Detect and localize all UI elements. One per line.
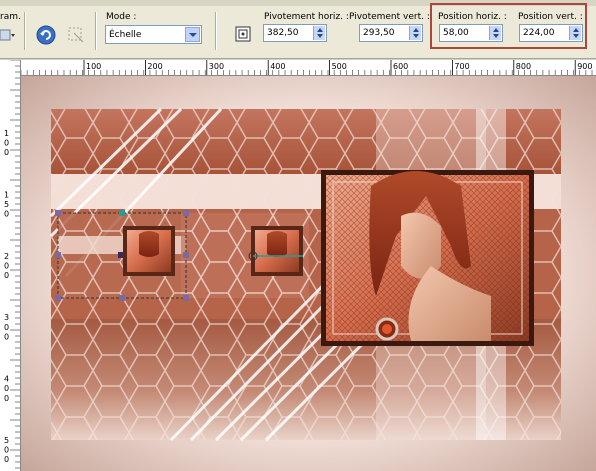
param-label: ram. : xyxy=(0,12,27,22)
preset-icon[interactable] xyxy=(0,28,16,42)
ruler-label: 0 xyxy=(4,261,9,270)
spinner-arrows-icon[interactable] xyxy=(569,26,581,40)
chevron-down-icon[interactable] xyxy=(185,27,200,42)
ruler-label: 5 xyxy=(4,436,9,445)
ruler-label: 100 xyxy=(86,62,101,71)
pos-h-value: 58,00 xyxy=(443,28,469,38)
mode-label: Mode : xyxy=(106,12,137,22)
transform-icon[interactable] xyxy=(66,25,86,45)
spinner-arrows-icon[interactable] xyxy=(409,26,421,40)
ruler-label: 4 xyxy=(4,375,9,384)
ruler-label: 800 xyxy=(516,62,531,71)
spinner-arrows-icon[interactable] xyxy=(489,26,501,40)
pivot-h-label: Pivotement horiz. : xyxy=(264,12,349,22)
tag-image[interactable] xyxy=(49,107,561,442)
ruler-label: 0 xyxy=(4,139,9,148)
ruler-label: 200 xyxy=(147,62,162,71)
ruler-label: 400 xyxy=(270,62,285,71)
ruler-label: 5 xyxy=(4,200,9,209)
horizontal-ruler: 100 200 300 400 500 600 700 800 900 xyxy=(21,60,596,76)
ruler-label: 0 xyxy=(4,148,9,157)
pos-v-label: Position vert. : xyxy=(518,12,583,22)
toolbar-separator xyxy=(95,12,97,50)
ruler-label: 3 xyxy=(4,313,9,322)
ruler-label: 600 xyxy=(393,62,408,71)
ruler-label: 0 xyxy=(4,210,9,219)
ruler-label: 0 xyxy=(4,394,9,403)
ruler-label: 300 xyxy=(209,62,224,71)
pivot-icon[interactable] xyxy=(235,26,251,42)
mode-select[interactable]: Échelle xyxy=(105,25,202,44)
ruler-label: 0 xyxy=(4,455,9,464)
ruler-label: 1 xyxy=(4,190,9,199)
main-portrait-frame xyxy=(321,170,534,346)
pivot-v-field[interactable]: 293,50 xyxy=(359,24,423,42)
ruler-label: 700 xyxy=(454,62,469,71)
ruler-label: 0 xyxy=(4,332,9,341)
artwork-image[interactable] xyxy=(21,76,596,471)
ruler-label: 0 xyxy=(4,271,9,280)
pivot-v-value: 293,50 xyxy=(363,28,395,38)
pos-h-field[interactable]: 58,00 xyxy=(439,24,503,42)
spinner-arrows-icon[interactable] xyxy=(313,26,325,40)
ruler-label: 1 xyxy=(4,129,9,138)
vertical-ruler: 100150200300400500 xyxy=(0,60,21,471)
pos-h-label: Position horiz. : xyxy=(438,12,507,22)
pivot-v-label: Pivotement vert. : xyxy=(349,12,430,22)
ruler-label: 500 xyxy=(332,62,347,71)
toolbar: ram. : Mode : Échelle Pivotement horiz. … xyxy=(0,0,596,59)
horizontal-ruler-ticks: 100 200 300 400 500 600 700 800 900 xyxy=(21,60,592,75)
vertical-ruler-ticks: 100150200300400500 xyxy=(4,60,20,469)
ruler-label: 0 xyxy=(4,323,9,332)
mode-value: Échelle xyxy=(109,30,142,40)
pivot-h-field[interactable]: 382,50 xyxy=(263,24,327,42)
pos-v-value: 224,00 xyxy=(523,28,555,38)
toolbar-separator xyxy=(24,12,26,50)
pos-v-field[interactable]: 224,00 xyxy=(519,24,583,42)
ruler-label: 0 xyxy=(4,446,9,455)
toolbar-separator xyxy=(215,12,217,50)
ruler-label: 2 xyxy=(4,252,9,261)
reset-icon[interactable] xyxy=(36,25,56,45)
image-canvas[interactable] xyxy=(21,76,596,471)
pivot-h-value: 382,50 xyxy=(267,28,299,38)
ruler-label: 0 xyxy=(4,384,9,393)
ruler-label: 900 xyxy=(577,62,592,71)
